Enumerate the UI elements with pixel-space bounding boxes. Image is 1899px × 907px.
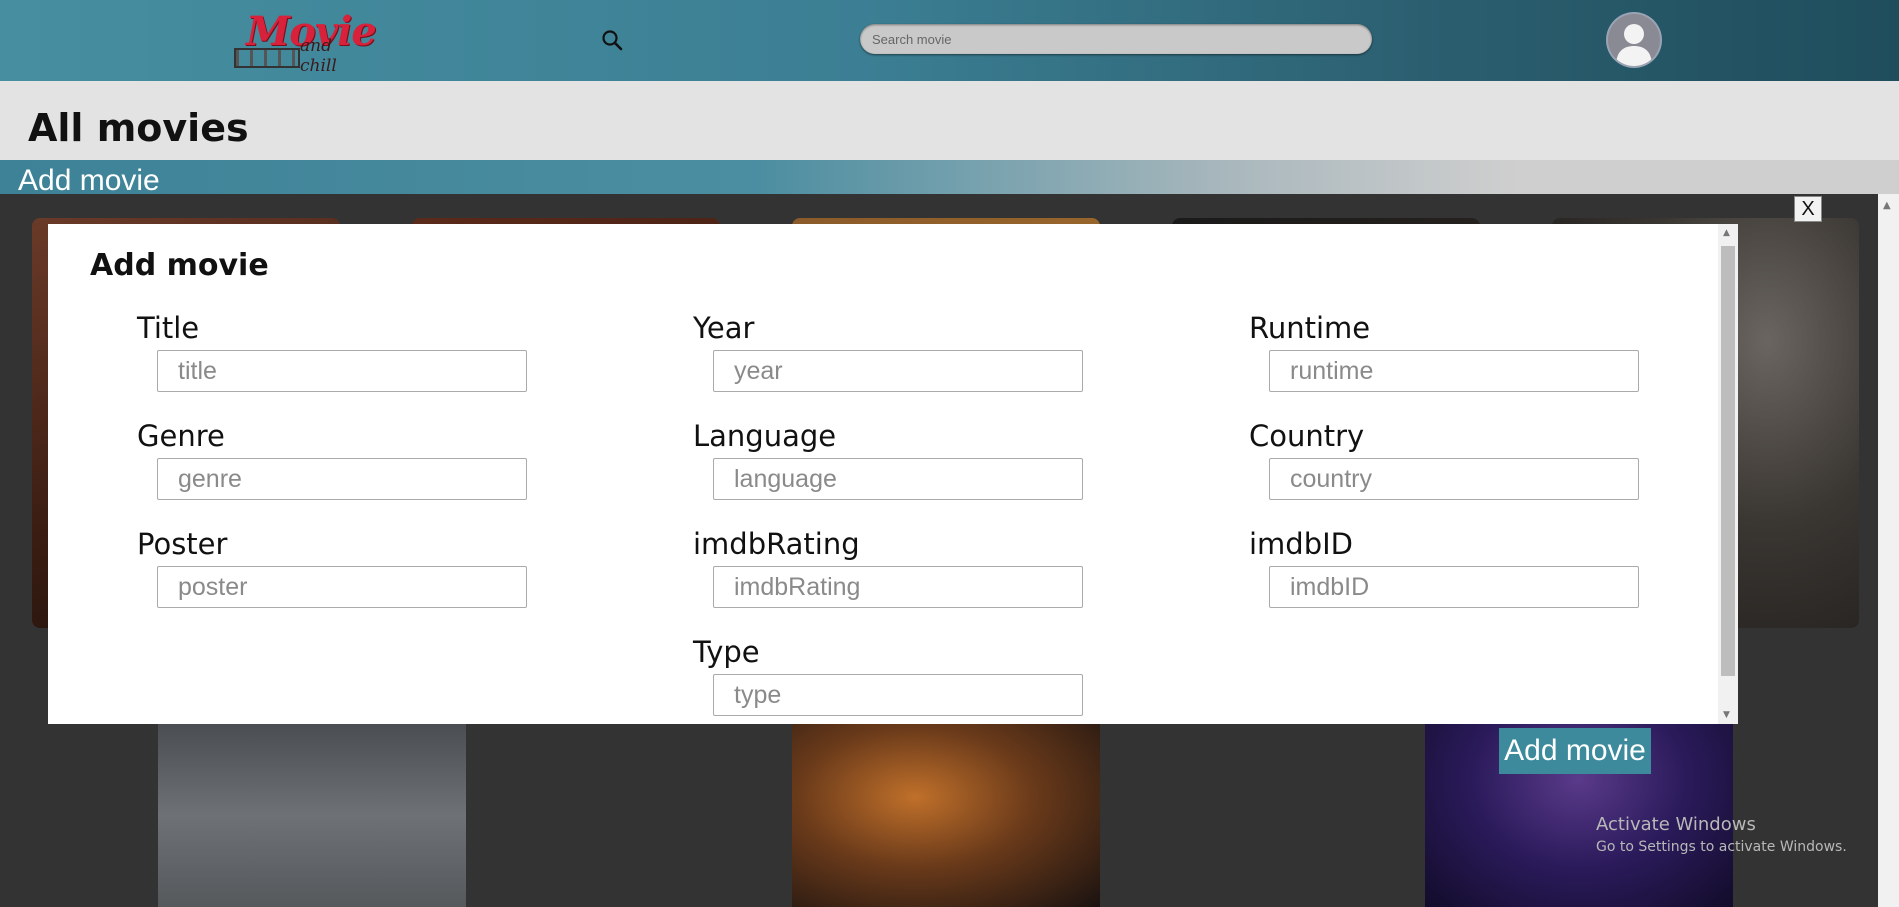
language-input[interactable]: [713, 458, 1083, 500]
add-movie-bar[interactable]: Add movie: [0, 160, 1899, 194]
site-logo[interactable]: Movie and chill: [232, 8, 377, 76]
modal-scrollbar[interactable]: ▲ ▼: [1718, 224, 1738, 724]
language-field: Language: [693, 418, 1083, 500]
watermark-title: Activate Windows: [1596, 814, 1756, 835]
scrollbar-thumb[interactable]: [1721, 246, 1735, 676]
title-input[interactable]: [157, 350, 527, 392]
film-strip-icon: [234, 48, 300, 68]
type-field: Type: [693, 634, 1083, 716]
title-field: Title: [137, 310, 527, 392]
poster-input[interactable]: [157, 566, 527, 608]
country-label: Country: [1249, 419, 1365, 453]
imdb-id-label: imdbID: [1249, 527, 1354, 561]
imdb-id-field: imdbID: [1249, 526, 1639, 608]
runtime-input[interactable]: [1269, 350, 1639, 392]
type-label: Type: [693, 635, 760, 669]
search-icon[interactable]: [600, 28, 624, 52]
imdb-rating-label: imdbRating: [693, 527, 860, 561]
add-movie-bar-label: Add movie: [18, 164, 160, 194]
country-input[interactable]: [1269, 458, 1639, 500]
poster-label: Poster: [137, 527, 228, 561]
genre-label: Genre: [137, 419, 225, 453]
movie-poster[interactable]: [792, 724, 1100, 907]
logo-subtitle: and chill: [300, 36, 337, 76]
imdb-rating-input[interactable]: [713, 566, 1083, 608]
imdb-id-input[interactable]: [1269, 566, 1639, 608]
modal-title: Add movie: [90, 248, 269, 283]
year-input[interactable]: [713, 350, 1083, 392]
page-title: All movies: [28, 106, 249, 150]
close-modal-button[interactable]: X: [1794, 196, 1822, 222]
top-header: Movie and chill: [0, 0, 1899, 81]
runtime-label: Runtime: [1249, 311, 1371, 345]
scroll-up-icon[interactable]: ▲: [1723, 228, 1730, 238]
genre-field: Genre: [137, 418, 527, 500]
country-field: Country: [1249, 418, 1639, 500]
activate-windows-watermark: Activate Windows Go to Settings to activ…: [1596, 814, 1847, 855]
year-field: Year: [693, 310, 1083, 392]
year-label: Year: [693, 311, 755, 345]
runtime-field: Runtime: [1249, 310, 1639, 392]
search-input[interactable]: [860, 24, 1372, 54]
watermark-subtitle: Go to Settings to activate Windows.: [1596, 839, 1847, 855]
poster-field: Poster: [137, 526, 527, 608]
page-scrollbar[interactable]: ▲: [1878, 194, 1899, 907]
user-avatar-icon[interactable]: [1608, 14, 1660, 66]
type-input[interactable]: [713, 674, 1083, 716]
scroll-up-icon[interactable]: ▲: [1883, 200, 1891, 211]
add-movie-button[interactable]: Add movie: [1499, 728, 1651, 774]
movie-poster[interactable]: [158, 724, 466, 907]
title-label: Title: [137, 311, 200, 345]
add-movie-modal: Add movie Title Year Runtime Genre Langu…: [48, 224, 1738, 724]
imdb-rating-field: imdbRating: [693, 526, 1083, 608]
genre-input[interactable]: [157, 458, 527, 500]
language-label: Language: [693, 419, 837, 453]
scroll-down-icon[interactable]: ▼: [1723, 710, 1730, 720]
